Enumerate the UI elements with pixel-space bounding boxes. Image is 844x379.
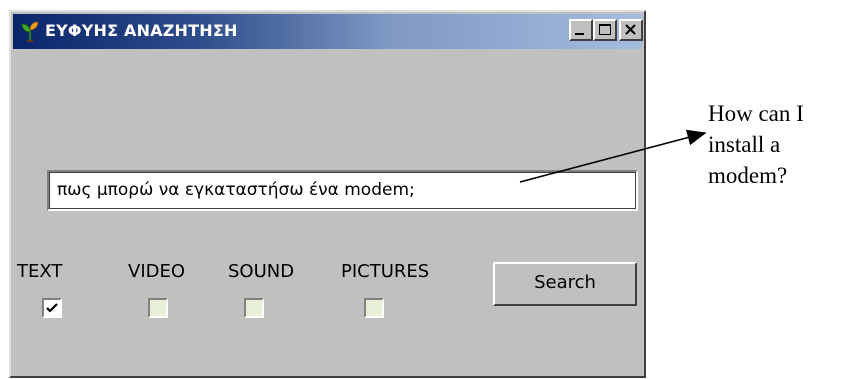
annotation-line: install a [708,132,781,157]
annotation-line: modem? [708,163,788,188]
annotation-line: How can I [708,101,804,126]
annotation-text: How can I install a modem? [708,98,804,191]
